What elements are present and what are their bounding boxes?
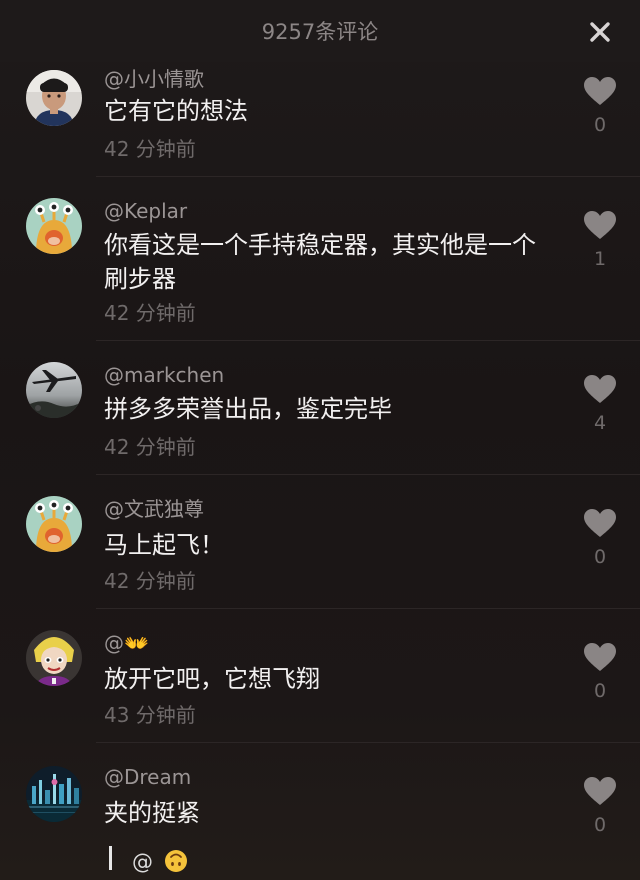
comment-text: 夹的挺紧 <box>104 799 200 827</box>
comment-input-bar[interactable]: @ <box>0 840 640 880</box>
comments-panel: 9257条评论 @小小情歌 它有它的想法 42 分钟前 0 @Keplar 你看… <box>0 0 640 880</box>
comment-input[interactable]: @ <box>132 847 188 880</box>
comment-item: @👐 放开它吧，它想飞翔 43 分钟前 0 <box>0 630 640 742</box>
comment-item: @Dream 夹的挺紧 0 <box>0 764 640 840</box>
like-count: 0 <box>593 680 607 702</box>
avatar[interactable] <box>26 630 82 686</box>
comment-username[interactable]: @Keplar <box>104 198 187 224</box>
avatar-green-monster-icon <box>26 198 82 254</box>
like-count: 0 <box>593 114 607 136</box>
avatar-airplane-icon <box>26 362 82 418</box>
close-icon <box>590 22 610 42</box>
like-button[interactable]: 0 <box>582 642 618 702</box>
divider <box>96 742 640 743</box>
like-button[interactable]: 0 <box>582 76 618 136</box>
comment-item: @文武独尊 马上起飞！ 42 分钟前 0 <box>0 496 640 608</box>
avatar[interactable] <box>26 70 82 126</box>
comment-text: 放开它吧，它想飞翔 <box>104 665 320 693</box>
comment-username[interactable]: @文武独尊 <box>104 496 204 522</box>
comment-count-title: 9257条评论 <box>261 20 379 44</box>
comment-item: @小小情歌 它有它的想法 42 分钟前 0 <box>0 66 640 178</box>
comment-username[interactable]: @小小情歌 <box>104 66 204 92</box>
heart-icon <box>584 77 616 105</box>
comment-text: 拼多多荣誉出品，鉴定完毕 <box>104 395 392 423</box>
divider <box>96 608 640 609</box>
like-button[interactable]: 1 <box>582 210 618 270</box>
heart-icon <box>584 643 616 671</box>
comment-username[interactable]: @markchen <box>104 362 224 388</box>
heart-icon <box>584 509 616 537</box>
text-cursor <box>109 846 112 870</box>
comment-text: 马上起飞！ <box>104 531 224 559</box>
upside-down-face-icon <box>164 849 188 880</box>
divider <box>96 176 640 177</box>
avatar-green-monster-icon <box>26 496 82 552</box>
comment-time: 42 分钟前 <box>104 569 196 593</box>
like-count: 0 <box>593 546 607 568</box>
comment-item: @markchen 拼多多荣誉出品，鉴定完毕 42 分钟前 4 <box>0 362 640 474</box>
like-count: 0 <box>593 814 607 836</box>
comment-input-text: @ <box>132 850 153 874</box>
like-button[interactable]: 0 <box>582 508 618 568</box>
heart-icon <box>584 375 616 403</box>
avatar-city-night-icon <box>26 766 82 822</box>
avatar[interactable] <box>26 766 82 822</box>
like-count: 4 <box>593 412 607 434</box>
heart-icon <box>584 777 616 805</box>
comment-time: 42 分钟前 <box>104 435 196 459</box>
like-count: 1 <box>593 248 607 270</box>
comment-time: 43 分钟前 <box>104 703 196 727</box>
comment-username[interactable]: @Dream <box>104 764 191 790</box>
comment-username[interactable]: @👐 <box>104 630 149 656</box>
comment-item: @Keplar 你看这是一个手持稳定器，其实他是一个刷步器 42 分钟前 1 <box>0 198 640 338</box>
avatar-photo-boy-icon <box>26 70 82 126</box>
comment-time: 42 分钟前 <box>104 137 196 161</box>
comments-header: 9257条评论 <box>0 0 640 62</box>
close-button[interactable] <box>586 18 614 46</box>
like-button[interactable]: 0 <box>582 776 618 836</box>
comment-time: 42 分钟前 <box>104 301 196 325</box>
avatar[interactable] <box>26 198 82 254</box>
avatar[interactable] <box>26 496 82 552</box>
comment-text: 你看这是一个手持稳定器，其实他是一个刷步器 <box>104 231 536 293</box>
divider <box>96 340 640 341</box>
like-button[interactable]: 4 <box>582 374 618 434</box>
comment-text: 它有它的想法 <box>104 97 248 125</box>
heart-icon <box>584 211 616 239</box>
avatar-cartoon-face-icon <box>26 630 82 686</box>
avatar[interactable] <box>26 362 82 418</box>
divider <box>96 474 640 475</box>
